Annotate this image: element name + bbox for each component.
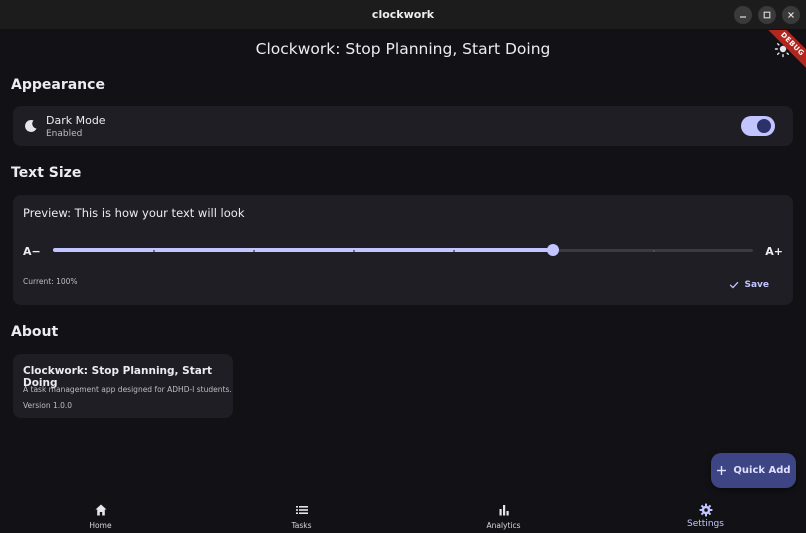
about-description: A task management app designed for ADHD-… [23, 385, 232, 394]
minimize-button[interactable] [734, 6, 752, 24]
nav-item-settings[interactable]: Settings [605, 496, 806, 533]
about-heading: About [11, 324, 59, 340]
text-preview: Preview: This is how your text will look [23, 206, 245, 220]
dark-mode-status: Enabled [46, 129, 83, 139]
moon-icon [25, 119, 37, 132]
nav-item-analytics[interactable]: Analytics [403, 496, 604, 533]
text-size-card: Preview: This is how your text will look… [13, 195, 793, 305]
dark-mode-switch[interactable] [741, 116, 775, 136]
nav-label-tasks: Tasks [291, 521, 312, 530]
minimize-icon [740, 16, 746, 18]
save-button[interactable]: Save [729, 280, 769, 290]
slider-thumb[interactable] [546, 244, 559, 256]
quick-add-button[interactable]: Quick Add [711, 453, 796, 488]
slider-tick [453, 250, 455, 252]
maximize-button[interactable] [758, 6, 776, 24]
nav-label-home: Home [89, 521, 112, 530]
bar-chart-icon [499, 505, 509, 516]
close-button[interactable] [782, 6, 800, 24]
gear-icon [699, 503, 712, 517]
debug-banner-label: DEBUG [766, 30, 806, 70]
decrease-text-label: A− [23, 245, 41, 258]
current-text-size: Current: 100% [23, 277, 78, 286]
nav-item-home[interactable]: Home [0, 496, 201, 533]
page-title: Clockwork: Stop Planning, Start Doing [255, 40, 551, 58]
home-icon [95, 504, 106, 516]
slider-fill [53, 248, 553, 252]
list-icon [295, 506, 308, 514]
appearance-heading: Appearance [11, 77, 105, 93]
about-card: Clockwork: Stop Planning, Start Doing A … [13, 354, 233, 418]
switch-knob [757, 119, 771, 133]
text-size-slider[interactable] [53, 243, 753, 259]
bottom-navigation: Home Tasks Analytics Settings [0, 496, 806, 533]
dark-mode-label: Dark Mode [46, 114, 106, 127]
text-size-heading: Text Size [11, 165, 82, 181]
about-version: Version 1.0.0 [23, 401, 73, 410]
close-icon [788, 12, 794, 18]
nav-label-analytics: Analytics [486, 521, 521, 530]
slider-tick [153, 250, 155, 252]
maximize-icon [763, 11, 771, 19]
app-bar: Clockwork: Stop Planning, Start Doing [0, 30, 806, 68]
quick-add-label: Quick Add [733, 465, 791, 476]
slider-tick [653, 250, 655, 252]
slider-tick [353, 250, 355, 252]
plus-icon [717, 466, 727, 475]
nav-label-settings: Settings [687, 519, 724, 529]
debug-banner: DEBUG [766, 30, 806, 70]
window-titlebar: clockwork [0, 0, 806, 30]
check-icon [730, 281, 739, 289]
slider-tick [253, 250, 255, 252]
nav-item-tasks[interactable]: Tasks [201, 496, 402, 533]
dark-mode-setting[interactable]: Dark Mode Enabled [13, 106, 793, 146]
window-title: clockwork [371, 8, 435, 21]
window-controls [734, 6, 800, 24]
save-label: Save [744, 280, 769, 290]
increase-text-label: A+ [765, 245, 783, 258]
